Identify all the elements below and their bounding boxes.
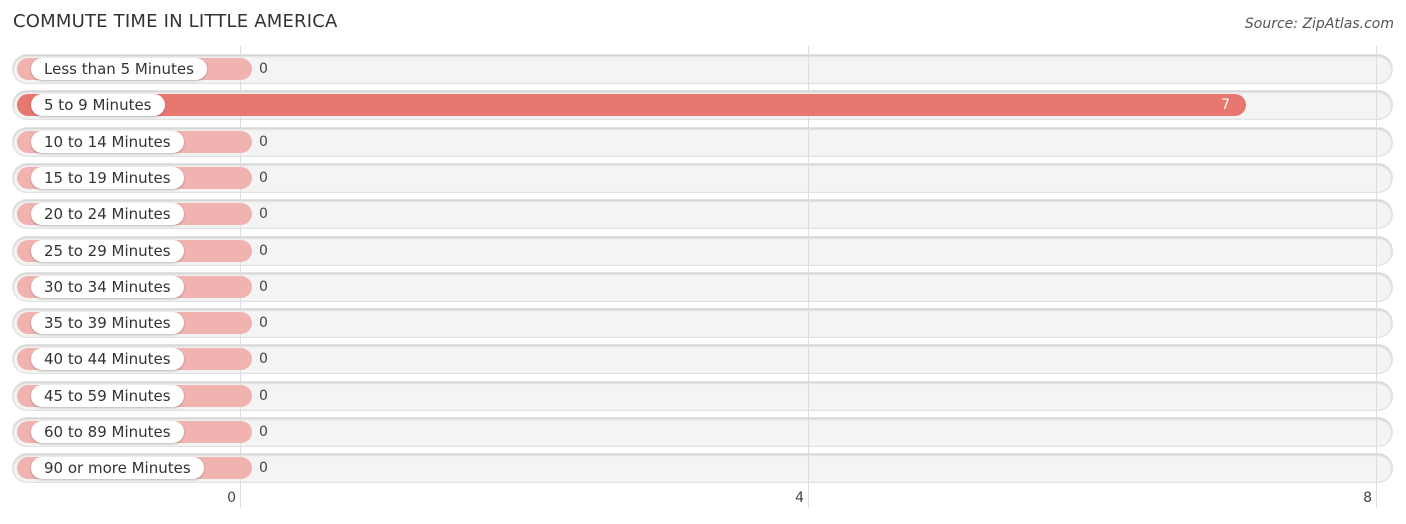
category-label: 40 to 44 Minutes (31, 348, 184, 371)
x-tick-label: 8 (1363, 490, 1372, 506)
gridline (1376, 46, 1377, 508)
value-label: 0 (259, 61, 268, 77)
category-label: 10 to 14 Minutes (31, 130, 184, 153)
value-label: 0 (259, 460, 268, 477)
value-label: 0 (259, 424, 268, 440)
category-label: 90 or more Minutes (31, 457, 204, 480)
category-label: 25 to 29 Minutes (31, 239, 184, 262)
category-label: 20 to 24 Minutes (31, 203, 184, 226)
value-label: 0 (259, 387, 268, 404)
category-label: 45 to 59 Minutes (31, 384, 184, 407)
bar-chart: 0 4 8 Less than 5 Minutes 0 5 to 9 Minutes 7 10… (0, 0, 1406, 524)
value-label: 0 (259, 169, 268, 186)
value-label: 0 (259, 206, 268, 223)
value-label: 0 (259, 242, 268, 259)
x-tick-label: 0 (227, 490, 236, 506)
x-tick-label: 4 (795, 490, 804, 506)
value-label: 0 (259, 315, 268, 332)
category-label: 35 to 39 Minutes (31, 312, 184, 335)
category-label: 60 to 89 Minutes (31, 421, 184, 443)
category-label: 15 to 19 Minutes (31, 166, 184, 189)
bar[interactable] (17, 94, 1246, 117)
value-label: 0 (259, 133, 268, 150)
value-label: 7 (1221, 97, 1230, 114)
value-label: 0 (259, 351, 268, 368)
category-label: 5 to 9 Minutes (31, 94, 165, 117)
value-label: 0 (259, 278, 268, 295)
category-label: 30 to 34 Minutes (31, 275, 184, 298)
category-label: Less than 5 Minutes (31, 58, 207, 80)
